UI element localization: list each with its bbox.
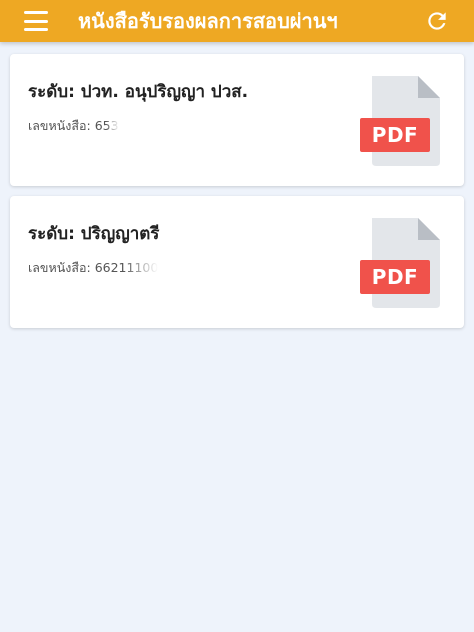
pdf-download-button[interactable]: PDF: [360, 74, 444, 168]
certificate-number-label: เลขหนังสือ:: [28, 118, 91, 133]
certificate-level: ระดับ: ปวท. อนุปริญญา ปวส.: [28, 82, 249, 102]
refresh-icon[interactable]: [424, 8, 450, 34]
certificate-number: เลขหนังสือ: 66211100: [28, 258, 158, 278]
hamburger-menu-icon[interactable]: [24, 11, 48, 31]
certificate-card-bachelor[interactable]: ระดับ: ปริญญาตรี เลขหนังสือ: 66211100 PD…: [10, 196, 464, 328]
page-title: หนังสือรับรองผลการสอบผ่านฯ: [78, 9, 338, 33]
pdf-download-button[interactable]: PDF: [360, 216, 444, 310]
app-bar: หนังสือรับรองผลการสอบผ่านฯ: [0, 0, 474, 42]
certificate-number-label: เลขหนังสือ:: [28, 260, 91, 275]
certificate-number-value: 66211100: [94, 260, 159, 275]
pdf-badge: PDF: [360, 118, 430, 152]
pdf-badge: PDF: [360, 260, 430, 294]
certificate-card-vocational[interactable]: ระดับ: ปวท. อนุปริญญา ปวส. เลขหนังสือ: 6…: [10, 54, 464, 186]
certificate-level: ระดับ: ปริญญาตรี: [28, 224, 160, 244]
certificate-number: เลขหนังสือ: 653: [28, 116, 119, 136]
certificate-number-value: 653: [94, 118, 119, 133]
